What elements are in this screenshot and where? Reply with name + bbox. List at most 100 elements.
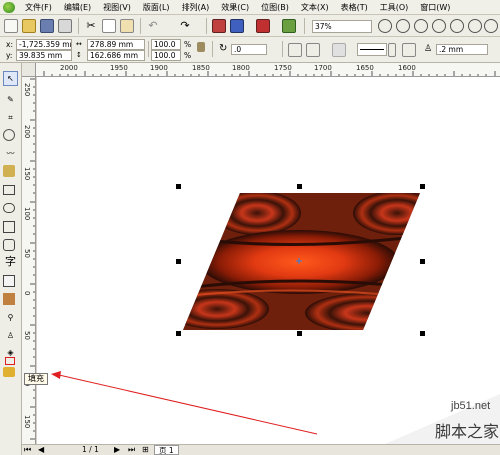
menu-edit[interactable]: 编辑(E): [58, 0, 97, 15]
selection-handle-top-center[interactable]: [297, 184, 302, 189]
vertical-ruler-ticks: [30, 78, 35, 440]
print-icon[interactable]: [58, 19, 72, 33]
selection-handle-middle-left[interactable]: [176, 259, 181, 264]
toolbox: ↖ ✎ ⌗ 〰 字 ⚲ ♙ ◈: [0, 63, 22, 455]
menu-file[interactable]: 文件(F): [19, 0, 58, 15]
paste-icon[interactable]: [120, 19, 134, 33]
toolbar-separator: [140, 18, 141, 34]
width-icon: ↔: [76, 40, 82, 48]
open-folder-icon[interactable]: [22, 19, 36, 33]
export-icon[interactable]: [230, 19, 244, 33]
page-tab[interactable]: 页 1: [154, 445, 179, 455]
mirror-horizontal-icon[interactable]: [288, 43, 302, 57]
crop-tool-icon[interactable]: ⌗: [3, 111, 18, 126]
zoom-level-select[interactable]: 37%: [312, 20, 372, 33]
scale-y-input[interactable]: 100.0: [151, 50, 181, 61]
height-icon: ↕: [76, 51, 82, 59]
menu-effects[interactable]: 效果(C): [215, 0, 255, 15]
eyedropper-tool-icon[interactable]: ⚲: [3, 311, 18, 326]
freehand-tool-icon[interactable]: 〰: [3, 147, 18, 162]
toolbar-separator: [148, 41, 149, 57]
coreldraw-logo-icon[interactable]: [3, 1, 15, 13]
menu-arrange[interactable]: 排列(A): [176, 0, 216, 15]
rectangle-tool-icon[interactable]: [3, 185, 15, 195]
welcome-screen-icon[interactable]: [282, 19, 296, 33]
zoom-all-objects-icon[interactable]: [432, 19, 446, 33]
ruler-origin-corner[interactable]: [22, 63, 36, 77]
selected-parallelogram-object[interactable]: [37, 77, 500, 444]
y-position-input[interactable]: 39.835 mm: [16, 50, 72, 61]
watermark-brand-text: 脚本之家: [435, 422, 500, 441]
copy-icon[interactable]: [102, 19, 116, 33]
fill-tooltip: 填充: [24, 373, 48, 385]
interactive-fill-tool-icon[interactable]: [3, 367, 15, 377]
new-document-icon[interactable]: [4, 19, 18, 33]
rotation-icon: ↻: [219, 43, 228, 54]
property-bar: x: -1,725.359 mm y: 39.835 mm ↔ 278.89 m…: [0, 37, 500, 63]
menu-bitmaps[interactable]: 位图(B): [255, 0, 295, 15]
redo-icon[interactable]: ↷: [178, 19, 192, 33]
ellipse-tool-icon[interactable]: [3, 203, 15, 213]
basic-shapes-tool-icon[interactable]: [3, 239, 15, 251]
interactive-blend-tool-icon[interactable]: [3, 293, 15, 305]
horizontal-ruler[interactable]: 2000 1950 1900 1850 1800 1750 1700 1650 …: [22, 63, 500, 77]
rotation-angle-input[interactable]: .0: [231, 44, 267, 55]
zoom-width-icon[interactable]: [468, 19, 482, 33]
scale-x-input[interactable]: 100.0: [151, 39, 181, 50]
save-icon[interactable]: [40, 19, 54, 33]
toolbar-separator: [212, 41, 213, 57]
shape-tool-icon[interactable]: ✎: [3, 93, 18, 108]
text-tool-icon[interactable]: 字: [3, 255, 18, 270]
mirror-vertical-icon[interactable]: [306, 43, 320, 57]
selection-handle-bottom-right[interactable]: [420, 331, 425, 336]
zoom-out-icon[interactable]: [396, 19, 410, 33]
outline-tool-icon[interactable]: ♙: [3, 329, 18, 344]
object-height-input[interactable]: 162.686 mm: [87, 50, 145, 61]
polygon-tool-icon[interactable]: [3, 221, 15, 233]
scale-y-percent-label: %: [184, 51, 192, 60]
drawing-canvas[interactable]: jb51.net 脚本之家: [37, 77, 500, 444]
page-navigator-bar: ⏮ ◀ 1 / 1 ▶ ⏭ ⊞ 页 1: [22, 444, 500, 455]
page-count-label: 1 / 1: [82, 445, 99, 454]
toolbar-separator: [304, 18, 305, 34]
previous-page-icon[interactable]: ◀: [38, 445, 44, 455]
import-icon[interactable]: [212, 19, 226, 33]
selection-handle-middle-right[interactable]: [420, 259, 425, 264]
object-width-input[interactable]: 278.89 mm: [87, 39, 145, 50]
x-position-input[interactable]: -1,725.359 mm: [16, 39, 72, 50]
selection-handle-bottom-left[interactable]: [176, 331, 181, 336]
zoom-in-icon[interactable]: [378, 19, 392, 33]
menu-window[interactable]: 窗口(W): [414, 0, 456, 15]
lock-ratio-icon[interactable]: [197, 42, 205, 52]
vertical-ruler[interactable]: 250 200 150 100 50 0 50 100 150: [22, 77, 36, 444]
zoom-height-icon[interactable]: [484, 19, 498, 33]
menu-text[interactable]: 文本(X): [295, 0, 335, 15]
undo-icon[interactable]: ↶: [146, 19, 160, 33]
cut-icon[interactable]: ✂: [84, 19, 98, 33]
fill-flyout-highlight[interactable]: [5, 357, 15, 365]
table-tool-icon[interactable]: [3, 275, 15, 287]
application-launcher-icon[interactable]: [256, 19, 270, 33]
pick-tool-icon[interactable]: ↖: [3, 71, 18, 86]
menu-table[interactable]: 表格(T): [335, 0, 374, 15]
add-page-icon[interactable]: ⊞: [142, 445, 149, 455]
outline-style-select[interactable]: [357, 43, 387, 56]
zoom-selected-icon[interactable]: [414, 19, 428, 33]
toolbar-separator: [282, 41, 283, 57]
wrap-text-icon[interactable]: [402, 43, 416, 57]
selection-handle-top-right[interactable]: [420, 184, 425, 189]
first-page-icon[interactable]: ⏮: [24, 445, 31, 455]
menu-tools[interactable]: 工具(O): [374, 0, 415, 15]
outline-style-dropdown-icon[interactable]: [388, 43, 396, 57]
smart-fill-tool-icon[interactable]: [3, 165, 15, 177]
zoom-tool-icon[interactable]: [3, 129, 15, 141]
selection-handle-bottom-center[interactable]: [297, 331, 302, 336]
last-page-icon[interactable]: ⏭: [128, 445, 135, 455]
outline-width-input[interactable]: .2 mm: [436, 44, 488, 55]
zoom-page-icon[interactable]: [450, 19, 464, 33]
selection-handle-top-left[interactable]: [176, 184, 181, 189]
menu-layout[interactable]: 版面(L): [137, 0, 176, 15]
convert-to-curves-icon[interactable]: [332, 43, 346, 57]
next-page-icon[interactable]: ▶: [114, 445, 120, 455]
menu-view[interactable]: 视图(V): [97, 0, 137, 15]
